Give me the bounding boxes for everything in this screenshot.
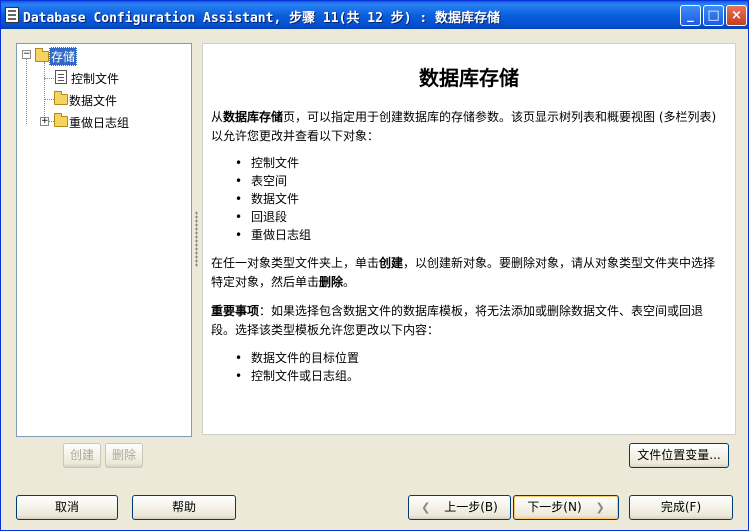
create-delete-paragraph: 在任一对象类型文件夹上，单击创建，以创建新对象。要删除对象，请从对象类型文件夹中… [211,256,716,289]
next-button[interactable]: 下一步(N) ❯ [513,495,619,520]
tree-item-redo-log-groups[interactable]: 重做日志组 [69,114,129,131]
help-button[interactable]: 帮助 [132,495,236,520]
list-item: 回退段 [235,208,311,226]
splitter-handle[interactable] [195,211,198,267]
delete-button[interactable]: 删除 [105,443,143,468]
finish-button[interactable]: 完成(F) [629,495,733,520]
objects-list: 控制文件 表空间 数据文件 回退段 重做日志组 [235,154,311,244]
changes-list: 数据文件的目标位置 控制文件或日志组。 [235,349,359,385]
back-button[interactable]: ❮ 上一步(B) [408,495,511,520]
storage-tree[interactable]: − 存储 控制文件 数据文件 + 重做日志组 [16,43,192,437]
title-bar[interactable]: Database Configuration Assistant, 步骤 11(… [1,1,748,29]
folder-icon [35,48,49,62]
collapse-icon[interactable]: − [22,50,31,59]
tree-item-control-files[interactable]: 控制文件 [71,70,119,87]
create-button[interactable]: 创建 [63,443,101,468]
chevron-right-icon: ❯ [595,501,605,514]
tree-item-data-files[interactable]: 数据文件 [69,92,117,109]
minimize-button[interactable]: _ [680,5,701,26]
folder-icon [54,91,68,105]
file-location-variables-button[interactable]: 文件位置变量... [629,443,729,468]
important-paragraph: 重要事项：如果选择包含数据文件的数据库模板，将无法添加或删除数据文件、表空间或回… [211,304,704,337]
back-button-label: 上一步(B) [444,500,498,514]
window-title: Database Configuration Assistant, 步骤 11(… [23,11,501,26]
list-item: 控制文件 [235,154,311,172]
page-heading: 数据库存储 [419,66,519,90]
next-button-label: 下一步(N) [527,500,582,514]
list-item: 控制文件或日志组。 [235,367,359,385]
tree-item-storage[interactable]: 存储 [49,47,78,66]
chevron-left-icon: ❮ [421,501,431,514]
expand-icon[interactable]: + [40,117,49,126]
close-button[interactable]: × [726,5,747,26]
list-item: 重做日志组 [235,226,311,244]
list-item: 表空间 [235,172,311,190]
maximize-button[interactable]: □ [703,5,724,26]
help-content-panel: 数据库存储 从数据库存储页，可以指定用于创建数据库的存储参数。该页显示树列表和概… [202,43,736,435]
list-item: 数据文件 [235,190,311,208]
document-icon [55,70,67,84]
list-item: 数据文件的目标位置 [235,349,359,367]
intro-paragraph: 从数据库存储页，可以指定用于创建数据库的存储参数。该页显示树列表和概要视图 (多… [211,110,717,143]
app-icon [5,7,19,23]
cancel-button[interactable]: 取消 [16,495,118,520]
dbca-window: Database Configuration Assistant, 步骤 11(… [0,0,749,531]
folder-icon [54,113,68,127]
